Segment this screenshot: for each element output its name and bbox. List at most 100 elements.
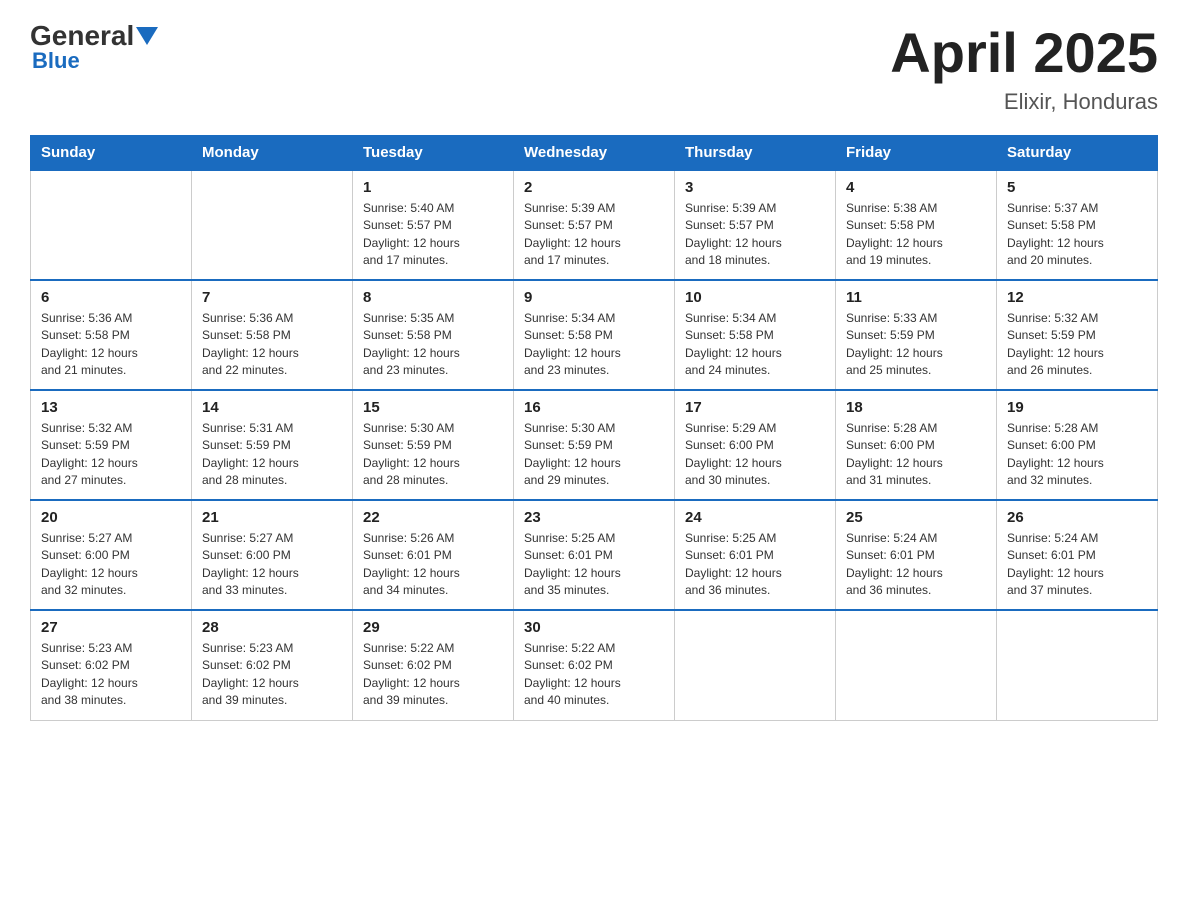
logo: General Blue (30, 20, 158, 74)
day-number: 19 (1007, 399, 1147, 416)
location-title: Elixir, Honduras (890, 89, 1158, 115)
calendar-cell: 10 Sunrise: 5:34 AM Sunset: 5:58 PM Dayli… (675, 280, 836, 390)
calendar-cell: 6 Sunrise: 5:36 AM Sunset: 5:58 PM Daylig… (31, 280, 192, 390)
calendar-cell: 20Sunrise: 5:27 AM Sunset: 6:00 PM Dayli… (31, 500, 192, 610)
calendar-cell: 18 Sunrise: 5:28 AM Sunset: 6:00 PM Dayli… (836, 390, 997, 500)
day-info: Sunrise: 5:24 AM Sunset: 6:01 PM Dayligh… (846, 530, 986, 600)
calendar-cell: 27 Sunrise: 5:23 AM Sunset: 6:02 PM Dayli… (31, 610, 192, 720)
day-info: Sunrise: 5:28 AM Sunset: 6:00 PM Dayligh… (846, 420, 986, 490)
day-info: Sunrise: 5:31 AM Sunset: 5:59 PM Dayligh… (202, 420, 342, 490)
weekday-header-wednesday: Wednesday (514, 136, 675, 171)
calendar-cell: 19 Sunrise: 5:28 AM Sunset: 6:00 PM Dayli… (997, 390, 1158, 500)
day-number: 6 (41, 289, 181, 306)
calendar-cell: 30 Sunrise: 5:22 AM Sunset: 6:02 PM Dayli… (514, 610, 675, 720)
day-info: Sunrise: 5:22 AM Sunset: 6:02 PM Dayligh… (363, 640, 503, 710)
weekday-header-saturday: Saturday (997, 136, 1158, 171)
day-number: 16 (524, 399, 664, 416)
logo-blue-text: Blue (32, 48, 80, 74)
day-info: Sunrise: 5:36 AM Sunset: 5:58 PM Dayligh… (202, 310, 342, 380)
day-number: 12 (1007, 289, 1147, 306)
day-number: 22 (363, 509, 503, 526)
calendar-cell: 1Sunrise: 5:40 AM Sunset: 5:57 PM Daylig… (353, 170, 514, 280)
day-number: 18 (846, 399, 986, 416)
day-number: 15 (363, 399, 503, 416)
calendar-table: SundayMondayTuesdayWednesdayThursdayFrid… (30, 135, 1158, 721)
calendar-cell: 8Sunrise: 5:35 AM Sunset: 5:58 PM Daylig… (353, 280, 514, 390)
calendar-cell: 4Sunrise: 5:38 AM Sunset: 5:58 PM Daylig… (836, 170, 997, 280)
day-info: Sunrise: 5:37 AM Sunset: 5:58 PM Dayligh… (1007, 200, 1147, 270)
calendar-cell: 13 Sunrise: 5:32 AM Sunset: 5:59 PM Dayli… (31, 390, 192, 500)
calendar-week-2: 6 Sunrise: 5:36 AM Sunset: 5:58 PM Daylig… (31, 280, 1158, 390)
calendar-cell: 24Sunrise: 5:25 AM Sunset: 6:01 PM Dayli… (675, 500, 836, 610)
day-info: Sunrise: 5:27 AM Sunset: 6:00 PM Dayligh… (41, 530, 181, 600)
calendar-cell: 9 Sunrise: 5:34 AM Sunset: 5:58 PM Daylig… (514, 280, 675, 390)
calendar-cell: 16 Sunrise: 5:30 AM Sunset: 5:59 PM Dayli… (514, 390, 675, 500)
day-number: 11 (846, 289, 986, 306)
weekday-header-friday: Friday (836, 136, 997, 171)
calendar-cell: 22 Sunrise: 5:26 AM Sunset: 6:01 PM Dayli… (353, 500, 514, 610)
calendar-cell (31, 170, 192, 280)
day-number: 10 (685, 289, 825, 306)
weekday-header-thursday: Thursday (675, 136, 836, 171)
day-number: 14 (202, 399, 342, 416)
day-info: Sunrise: 5:29 AM Sunset: 6:00 PM Dayligh… (685, 420, 825, 490)
day-info: Sunrise: 5:24 AM Sunset: 6:01 PM Dayligh… (1007, 530, 1147, 600)
weekday-header-tuesday: Tuesday (353, 136, 514, 171)
calendar-cell: 15 Sunrise: 5:30 AM Sunset: 5:59 PM Dayli… (353, 390, 514, 500)
calendar-cell: 23Sunrise: 5:25 AM Sunset: 6:01 PM Dayli… (514, 500, 675, 610)
day-number: 4 (846, 179, 986, 196)
day-info: Sunrise: 5:30 AM Sunset: 5:59 PM Dayligh… (363, 420, 503, 490)
month-title: April 2025 (890, 20, 1158, 85)
day-number: 5 (1007, 179, 1147, 196)
day-number: 21 (202, 509, 342, 526)
calendar-cell: 5 Sunrise: 5:37 AM Sunset: 5:58 PM Daylig… (997, 170, 1158, 280)
calendar-cell (192, 170, 353, 280)
day-info: Sunrise: 5:23 AM Sunset: 6:02 PM Dayligh… (202, 640, 342, 710)
day-number: 2 (524, 179, 664, 196)
day-info: Sunrise: 5:34 AM Sunset: 5:58 PM Dayligh… (524, 310, 664, 380)
day-number: 29 (363, 619, 503, 636)
day-info: Sunrise: 5:27 AM Sunset: 6:00 PM Dayligh… (202, 530, 342, 600)
calendar-week-5: 27 Sunrise: 5:23 AM Sunset: 6:02 PM Dayli… (31, 610, 1158, 720)
calendar-week-1: 1Sunrise: 5:40 AM Sunset: 5:57 PM Daylig… (31, 170, 1158, 280)
day-info: Sunrise: 5:22 AM Sunset: 6:02 PM Dayligh… (524, 640, 664, 710)
calendar-cell: 12 Sunrise: 5:32 AM Sunset: 5:59 PM Dayli… (997, 280, 1158, 390)
day-info: Sunrise: 5:26 AM Sunset: 6:01 PM Dayligh… (363, 530, 503, 600)
day-info: Sunrise: 5:32 AM Sunset: 5:59 PM Dayligh… (41, 420, 181, 490)
day-number: 13 (41, 399, 181, 416)
day-info: Sunrise: 5:34 AM Sunset: 5:58 PM Dayligh… (685, 310, 825, 380)
day-number: 23 (524, 509, 664, 526)
day-number: 9 (524, 289, 664, 306)
day-number: 27 (41, 619, 181, 636)
day-info: Sunrise: 5:39 AM Sunset: 5:57 PM Dayligh… (524, 200, 664, 270)
calendar-cell: 7Sunrise: 5:36 AM Sunset: 5:58 PM Daylig… (192, 280, 353, 390)
day-number: 8 (363, 289, 503, 306)
title-area: April 2025 Elixir, Honduras (890, 20, 1158, 115)
day-info: Sunrise: 5:32 AM Sunset: 5:59 PM Dayligh… (1007, 310, 1147, 380)
weekday-header-monday: Monday (192, 136, 353, 171)
day-number: 26 (1007, 509, 1147, 526)
calendar-week-4: 20Sunrise: 5:27 AM Sunset: 6:00 PM Dayli… (31, 500, 1158, 610)
calendar-cell: 25 Sunrise: 5:24 AM Sunset: 6:01 PM Dayli… (836, 500, 997, 610)
calendar-week-3: 13 Sunrise: 5:32 AM Sunset: 5:59 PM Dayli… (31, 390, 1158, 500)
logo-triangle-icon (136, 27, 158, 45)
calendar-cell: 2 Sunrise: 5:39 AM Sunset: 5:57 PM Daylig… (514, 170, 675, 280)
calendar-cell: 17 Sunrise: 5:29 AM Sunset: 6:00 PM Dayli… (675, 390, 836, 500)
calendar-cell: 28 Sunrise: 5:23 AM Sunset: 6:02 PM Dayli… (192, 610, 353, 720)
day-number: 28 (202, 619, 342, 636)
day-info: Sunrise: 5:39 AM Sunset: 5:57 PM Dayligh… (685, 200, 825, 270)
calendar-cell (836, 610, 997, 720)
day-number: 30 (524, 619, 664, 636)
page-header: General Blue April 2025 Elixir, Honduras (30, 20, 1158, 115)
day-number: 24 (685, 509, 825, 526)
day-info: Sunrise: 5:36 AM Sunset: 5:58 PM Dayligh… (41, 310, 181, 380)
calendar-cell: 26 Sunrise: 5:24 AM Sunset: 6:01 PM Dayli… (997, 500, 1158, 610)
day-number: 17 (685, 399, 825, 416)
calendar-cell (997, 610, 1158, 720)
day-info: Sunrise: 5:23 AM Sunset: 6:02 PM Dayligh… (41, 640, 181, 710)
calendar-cell: 21 Sunrise: 5:27 AM Sunset: 6:00 PM Dayli… (192, 500, 353, 610)
day-info: Sunrise: 5:30 AM Sunset: 5:59 PM Dayligh… (524, 420, 664, 490)
calendar-cell: 3Sunrise: 5:39 AM Sunset: 5:57 PM Daylig… (675, 170, 836, 280)
day-number: 25 (846, 509, 986, 526)
day-info: Sunrise: 5:28 AM Sunset: 6:00 PM Dayligh… (1007, 420, 1147, 490)
